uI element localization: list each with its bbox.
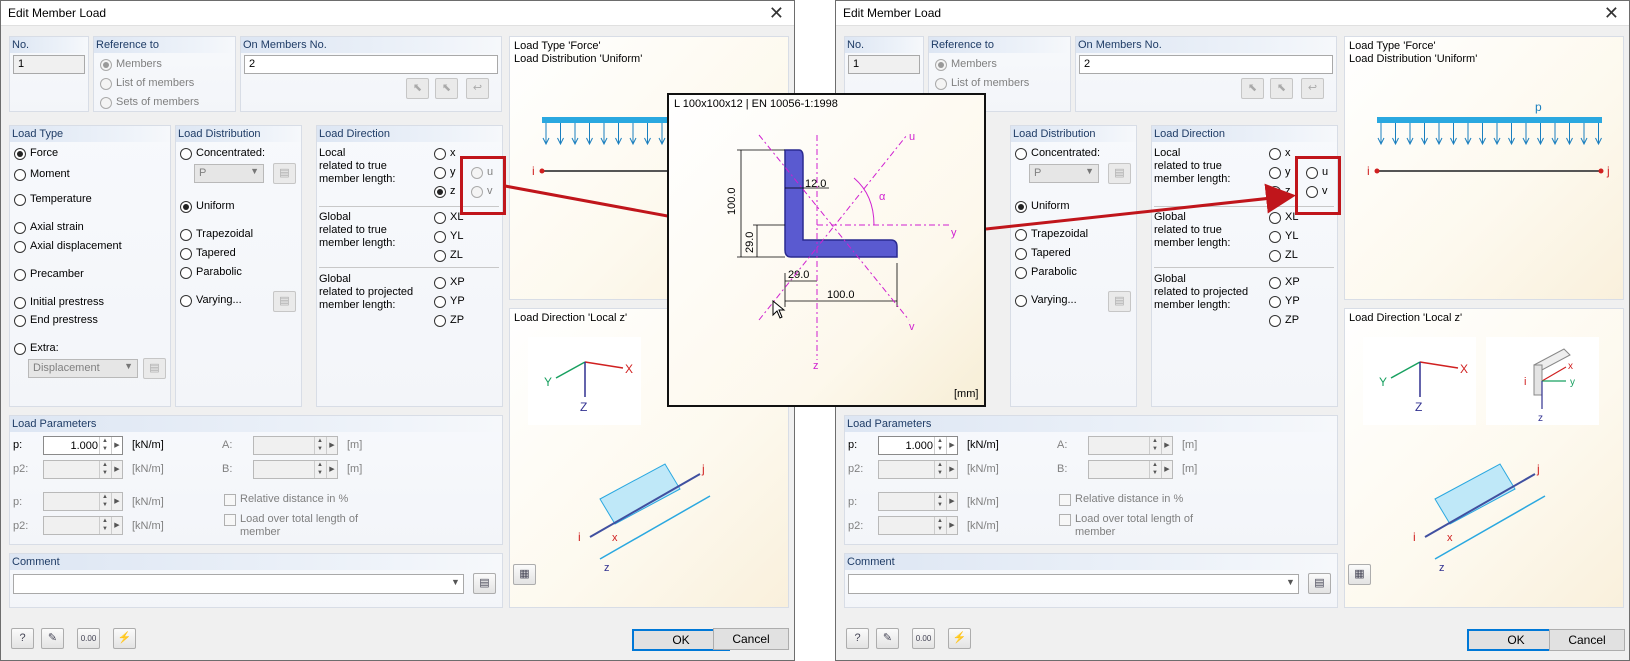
mouse-cursor-icon: [772, 300, 786, 319]
section-shape: [784, 149, 898, 258]
axis-z-label: z: [813, 360, 819, 372]
axis-u-label: u: [909, 131, 915, 143]
arrow-popup-to-right: [985, 183, 1296, 231]
axis-y-label: y: [951, 227, 957, 239]
dim-100-vertical: 100.0: [726, 187, 738, 215]
dim-29-vertical: 29.0: [744, 232, 756, 253]
dim-12: 12.0: [805, 178, 826, 190]
alpha-arc: [853, 177, 875, 226]
alpha-label: α: [879, 191, 886, 203]
axis-v-label: v: [909, 321, 915, 333]
angle-section-drawing: 100.0 12.0 29.0 29.0 100.0 u y v z α: [726, 131, 957, 372]
dim-100-horizontal: 100.0: [827, 289, 855, 301]
section-popup: L 100x100x12 | EN 10056-1:1998 100.0 12.…: [667, 93, 986, 407]
unit-label: [mm]: [954, 388, 979, 400]
